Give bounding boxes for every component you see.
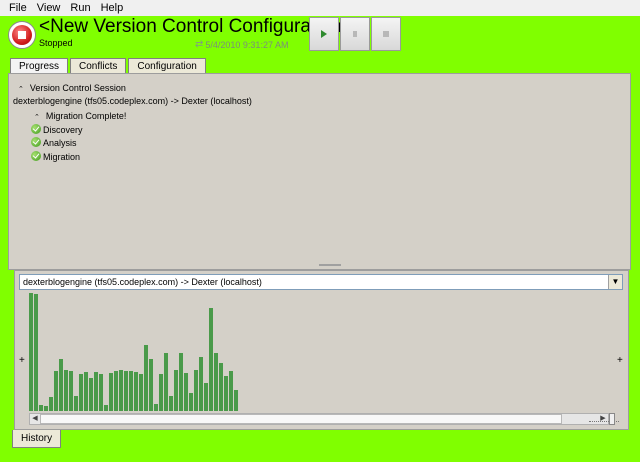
history-bar[interactable] xyxy=(154,404,158,411)
stop-button[interactable] xyxy=(371,17,401,51)
tab-history[interactable]: History xyxy=(12,430,62,448)
check-icon xyxy=(31,137,41,147)
history-bar[interactable] xyxy=(99,374,103,411)
history-bar[interactable] xyxy=(149,359,153,411)
history-bar[interactable] xyxy=(144,345,148,411)
status-text: Stopped xyxy=(39,38,73,48)
zoom-slider[interactable] xyxy=(589,412,619,426)
history-bar[interactable] xyxy=(204,383,208,411)
expand-left-icon[interactable]: + xyxy=(19,355,25,366)
history-bar[interactable] xyxy=(199,357,203,411)
history-bar[interactable] xyxy=(159,374,163,411)
history-bar[interactable] xyxy=(64,370,68,411)
history-bar[interactable] xyxy=(139,374,143,411)
tab-bar: Progress Conflicts Configuration xyxy=(10,58,208,75)
history-bar[interactable] xyxy=(79,374,83,411)
history-bar[interactable] xyxy=(74,396,78,411)
check-icon xyxy=(31,151,41,161)
history-bar[interactable] xyxy=(229,371,233,411)
step-migration: Migration xyxy=(31,151,80,162)
collapse-icon[interactable]: ⌃ xyxy=(18,86,24,93)
history-bar[interactable] xyxy=(219,363,223,411)
history-panel: dexterblogengine (tfs05.codeplex.com) ->… xyxy=(14,270,629,430)
history-bar[interactable] xyxy=(124,371,128,411)
migration-status-row[interactable]: ⌃ Migration Complete! xyxy=(34,111,126,121)
history-bar[interactable] xyxy=(129,371,133,411)
history-bar[interactable] xyxy=(119,370,123,411)
history-bar[interactable] xyxy=(44,406,48,411)
zoom-thumb[interactable] xyxy=(609,413,615,425)
stop-icon xyxy=(383,31,389,37)
step-analysis: Analysis xyxy=(31,137,77,148)
sync-icon: ⇄ xyxy=(195,39,204,50)
history-bar[interactable] xyxy=(169,396,173,411)
history-bar[interactable] xyxy=(214,353,218,411)
menu-view[interactable]: View xyxy=(32,0,66,16)
session-path: dexterblogengine (tfs05.codeplex.com) ->… xyxy=(13,96,252,106)
history-bar[interactable] xyxy=(234,390,238,411)
history-bar[interactable] xyxy=(179,353,183,411)
history-scrollbar[interactable]: ◀ ▶ xyxy=(29,413,609,425)
menu-file[interactable]: File xyxy=(4,0,32,16)
history-bar[interactable] xyxy=(109,373,113,411)
splitter-grip[interactable] xyxy=(319,264,341,266)
history-bar[interactable] xyxy=(49,397,53,411)
timestamp-text: 5/4/2010 9:31:27 AM xyxy=(205,39,289,50)
stop-status-icon xyxy=(8,21,36,49)
menu-help[interactable]: Help xyxy=(96,0,129,16)
history-bar[interactable] xyxy=(134,372,138,411)
history-bar[interactable] xyxy=(174,370,178,411)
history-bar[interactable] xyxy=(164,353,168,411)
tab-conflicts[interactable]: Conflicts xyxy=(70,58,127,74)
check-icon xyxy=(31,124,41,134)
scroll-thumb[interactable] xyxy=(40,414,562,424)
history-bar[interactable] xyxy=(114,371,118,411)
step-discovery: Discovery xyxy=(31,124,83,135)
history-bar[interactable] xyxy=(34,294,38,411)
history-bar[interactable] xyxy=(224,376,228,411)
menu-run[interactable]: Run xyxy=(65,0,95,16)
collapse-icon[interactable]: ⌃ xyxy=(34,114,40,121)
history-chart xyxy=(27,291,617,411)
header: <New Version Control Configuration> Stop… xyxy=(0,16,640,56)
session-row[interactable]: ⌃ Version Control Session xyxy=(18,83,126,93)
history-bar[interactable] xyxy=(59,359,63,411)
timestamp: ⇄ 5/4/2010 9:31:27 AM xyxy=(195,39,288,50)
menu-bar: File View Run Help xyxy=(0,0,640,16)
history-bar[interactable] xyxy=(194,370,198,411)
tab-configuration[interactable]: Configuration xyxy=(128,58,206,74)
session-select[interactable]: dexterblogengine (tfs05.codeplex.com) ->… xyxy=(19,274,623,290)
scroll-left-icon[interactable]: ◀ xyxy=(30,414,40,424)
pause-button[interactable] xyxy=(340,17,370,51)
page-title: <New Version Control Configuration> xyxy=(39,16,353,37)
progress-panel: ⌃ Version Control Session dexterblogengin… xyxy=(8,73,631,270)
history-bar[interactable] xyxy=(209,308,213,411)
history-bar[interactable] xyxy=(84,372,88,411)
expand-right-icon[interactable]: + xyxy=(617,355,623,366)
history-bar[interactable] xyxy=(89,378,93,411)
dropdown-arrow-icon[interactable]: ▼ xyxy=(608,275,622,289)
history-bar[interactable] xyxy=(94,372,98,411)
history-bar[interactable] xyxy=(184,373,188,411)
history-bar[interactable] xyxy=(54,371,58,411)
history-bar[interactable] xyxy=(29,293,33,411)
play-icon xyxy=(321,30,327,38)
history-bar[interactable] xyxy=(39,405,43,411)
history-bar[interactable] xyxy=(69,371,73,411)
pause-icon xyxy=(353,31,357,37)
start-button[interactable] xyxy=(309,17,339,51)
history-bar[interactable] xyxy=(104,405,108,411)
history-bar[interactable] xyxy=(189,393,193,411)
